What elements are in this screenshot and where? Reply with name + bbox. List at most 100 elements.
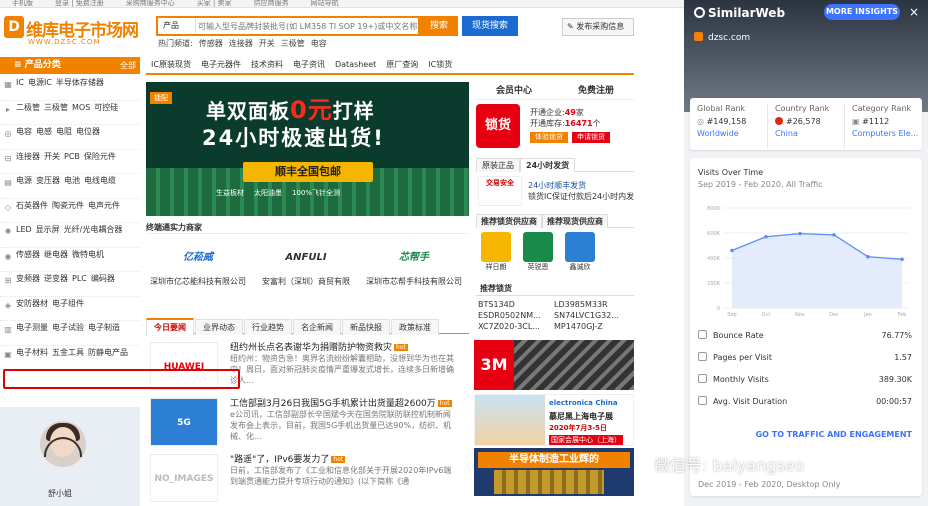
category-link[interactable]: 二极管 — [16, 103, 40, 112]
category-link[interactable]: 电源IC — [28, 78, 52, 87]
news-tab[interactable]: 今日要闻 — [146, 318, 194, 335]
part-link[interactable]: BTS134D — [478, 300, 556, 309]
supplier-item[interactable]: 祥日朗 — [476, 232, 516, 276]
stock-search-button[interactable]: 现货搜索 — [462, 16, 518, 36]
ad-semiconductor[interactable]: 半导体制造工业辉的 — [474, 448, 634, 496]
top-strip-link[interactable]: 买家 | 卖家 — [197, 0, 232, 7]
category-link[interactable]: 电子测量 — [16, 323, 48, 332]
part-link[interactable]: XC7Z020-3CL... — [478, 322, 556, 331]
nav-link[interactable]: 电子资讯 — [288, 57, 330, 73]
category-link[interactable]: 电声元件 — [88, 201, 120, 210]
category-link[interactable]: 逆变器 — [44, 274, 68, 283]
category-link[interactable]: 电感 — [36, 127, 52, 136]
category-link[interactable]: 电线电缆 — [84, 176, 116, 185]
supplier-tab[interactable]: 推荐锁货供应商 — [476, 214, 542, 228]
nav-link[interactable]: 技术资料 — [246, 57, 288, 73]
visits-point[interactable] — [764, 234, 768, 239]
hot-channel-link[interactable]: 三极管 — [281, 39, 305, 48]
category-link[interactable]: LED — [16, 225, 32, 234]
category-link[interactable]: 电源 — [16, 176, 32, 185]
news-title[interactable]: "路遥"了，IPv6要发力了 hot — [230, 452, 470, 465]
nav-link[interactable]: Datasheet — [330, 57, 381, 73]
category-link[interactable]: 电容 — [16, 127, 32, 136]
category-all-link[interactable]: 全部 — [120, 57, 136, 74]
visits-point[interactable] — [900, 257, 904, 262]
ad-expo[interactable]: electronica China 慕尼黑上海电子展 2020年7月3-5日 国… — [474, 394, 634, 446]
visits-point[interactable] — [832, 233, 836, 237]
visits-point[interactable] — [866, 254, 870, 259]
category-link[interactable]: 电子材料 — [16, 348, 48, 357]
supplier-item[interactable]: 鑫诚欣 — [560, 232, 600, 276]
top-strip-link[interactable]: 供应商服务 — [254, 0, 289, 7]
category-link[interactable]: MOS — [72, 103, 90, 112]
category-link[interactable]: 五金工具 — [52, 348, 84, 357]
top-strip-link[interactable]: 采购商服务中心 — [126, 0, 175, 7]
category-link[interactable]: 继电器 — [44, 250, 68, 259]
category-link[interactable]: 变压器 — [36, 176, 60, 185]
search-category-select[interactable]: 产品 — [158, 18, 196, 34]
nav-link[interactable]: 电子元器件 — [196, 57, 246, 73]
brand-item[interactable]: ANFULI 安富利（深圳）商贸有限 — [254, 240, 358, 300]
category-link[interactable]: 电子试验 — [52, 323, 84, 332]
top-strip-link[interactable]: 登录 | 免费注册 — [55, 0, 104, 7]
category-link[interactable]: 显示屏 — [36, 225, 60, 234]
more-insights-button[interactable]: MORE INSIGHTS — [824, 4, 900, 20]
category-link[interactable]: 电池 — [64, 176, 80, 185]
rank-scope[interactable]: China — [775, 129, 843, 138]
rank-scope[interactable]: Worldwide — [697, 129, 766, 138]
supplier-item[interactable]: 英锐恩 — [518, 232, 558, 276]
category-link[interactable]: 光纤/光电耦合器 — [64, 225, 123, 234]
category-link[interactable]: 安防器材 — [16, 299, 48, 308]
supplier-tab[interactable]: 推荐现货供应商 — [542, 214, 608, 228]
category-link[interactable]: 连接器 — [16, 152, 40, 161]
news-item[interactable]: 5G 工信部副3月26日我国5G手机累计出货量超2600万 hot e公司讯，工信部副… — [150, 396, 470, 452]
hot-channel-link[interactable]: 开关 — [259, 39, 275, 48]
category-link[interactable]: 微特电机 — [72, 250, 104, 259]
ad-3m[interactable]: 3M — [474, 340, 634, 390]
part-link[interactable]: SN74LVC1G32... — [554, 311, 632, 320]
category-link[interactable]: 防静电产品 — [88, 348, 128, 357]
top-strip-link[interactable]: 网站导航 — [311, 0, 339, 7]
traffic-engagement-link[interactable]: GO TO TRAFFIC AND ENGAGEMENT — [698, 430, 912, 439]
category-link[interactable]: 保险元件 — [84, 152, 116, 161]
part-link[interactable]: LD3985M33R — [554, 300, 632, 309]
category-link[interactable]: 电阻 — [56, 127, 72, 136]
category-link[interactable]: 半导体存储器 — [56, 78, 104, 87]
category-link[interactable]: 电位器 — [76, 127, 100, 136]
ship-title[interactable]: 24小时顺丰发货 — [528, 180, 586, 191]
top-strip-link[interactable]: 手机版 — [12, 0, 33, 7]
ship-tab[interactable]: 24小时发货 — [520, 158, 576, 172]
category-link[interactable]: 电子制造 — [88, 323, 120, 332]
news-tab[interactable]: 政策标准 — [391, 319, 439, 335]
search-input[interactable] — [198, 18, 418, 34]
hot-channel-link[interactable]: 传感器 — [199, 39, 223, 48]
brand-item[interactable]: 亿菘威 深圳市亿芯能科技有限公司 — [146, 240, 250, 300]
category-link[interactable]: 三极管 — [44, 103, 68, 112]
category-link[interactable]: PCB — [64, 152, 80, 161]
free-register-tab[interactable]: 免费注册 — [578, 82, 614, 100]
post-purchase-button[interactable]: ✎ 发布采购信息 — [562, 18, 634, 36]
nav-link[interactable]: IC锁货 — [423, 57, 457, 73]
member-center-tab[interactable]: 会员中心 — [496, 82, 532, 100]
news-title[interactable]: 纽约州长点名表谢华为捐赠防护物资救灾 hot — [230, 340, 470, 353]
news-title[interactable]: 工信部副3月26日我国5G手机累计出货量超2600万 hot — [230, 396, 470, 409]
hot-channel-link[interactable]: 连接器 — [229, 39, 253, 48]
avatar[interactable] — [40, 421, 86, 467]
category-link[interactable]: 编码器 — [91, 274, 115, 283]
hot-channel-link[interactable]: 电容 — [311, 39, 327, 48]
part-link[interactable]: MP1470GJ-Z — [554, 322, 632, 331]
brand-item[interactable]: 芯帮手 深圳市芯帮手科技有限公司 — [362, 240, 466, 300]
site-logo[interactable]: D 维库电子市场网 WWW.DZSC.COM — [4, 16, 139, 48]
category-link[interactable]: 可控硅 — [94, 103, 118, 112]
news-tab[interactable]: 名企新闻 — [293, 319, 341, 335]
close-icon[interactable]: × — [906, 4, 922, 20]
category-link[interactable]: IC — [16, 78, 24, 87]
nav-link[interactable]: IC原装现货 — [146, 57, 196, 73]
nav-link[interactable]: 原厂查询 — [381, 57, 423, 73]
category-link[interactable]: 陶瓷元件 — [52, 201, 84, 210]
search-button[interactable]: 搜索 — [420, 16, 458, 36]
visits-point[interactable] — [798, 231, 802, 236]
rank-scope[interactable]: Computers Ele... — [852, 129, 920, 138]
news-tab[interactable]: 行业趋势 — [244, 319, 292, 335]
category-link[interactable]: 变频器 — [16, 274, 40, 283]
